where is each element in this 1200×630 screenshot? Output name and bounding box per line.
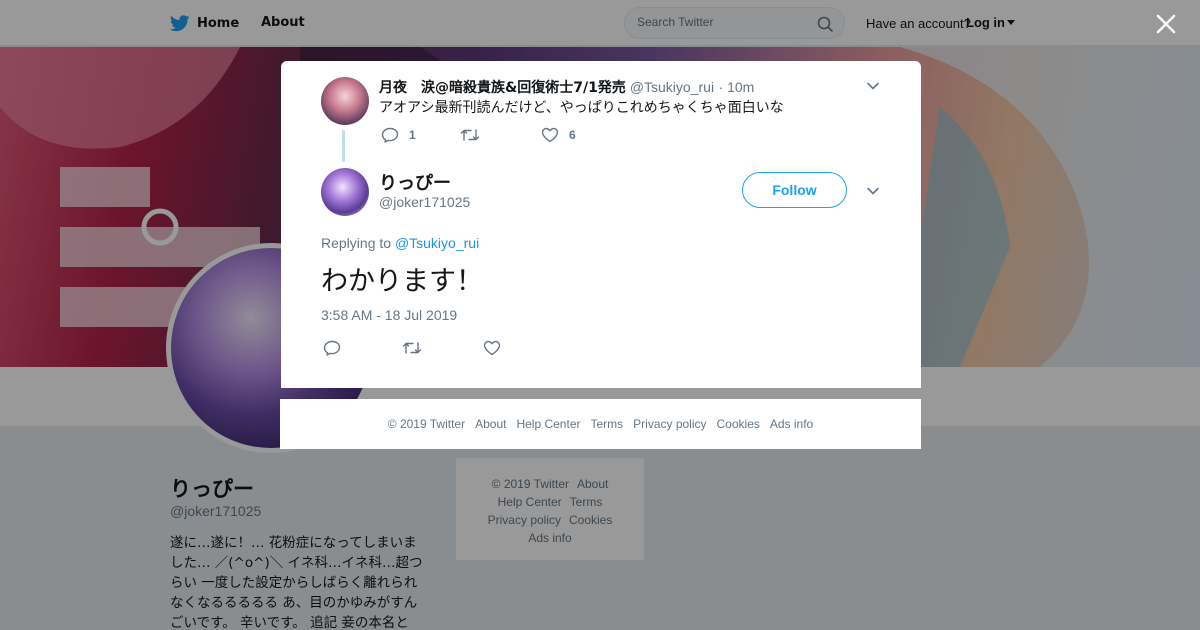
heart-icon [483, 340, 501, 356]
replying-to-prefix: Replying to [321, 235, 392, 251]
heart-icon [541, 127, 559, 143]
retweet-icon [460, 129, 480, 141]
modal-footer: © 2019 Twitter About Help Center Terms P… [280, 399, 921, 449]
footer-terms-link[interactable]: Terms [590, 417, 623, 431]
parent-like-count: 6 [569, 128, 576, 142]
parent-tweet-handle[interactable]: @Tsukiyo_rui [630, 79, 714, 95]
replying-to-line: Replying to @Tsukiyo_rui [321, 235, 479, 251]
follow-button[interactable]: Follow [742, 172, 847, 208]
parent-tweet-text: アオアシ最新刊読んだけど、やっぱりこれめちゃくちゃ面白いな [379, 100, 784, 116]
parent-tweet-name[interactable]: 月夜 涙@暗殺貴族&回復術士7/1発売 [379, 80, 626, 96]
parent-tweet-avatar[interactable] [321, 77, 369, 125]
replying-to-link[interactable]: @Tsukiyo_rui [395, 235, 479, 251]
main-like-button[interactable] [483, 340, 511, 356]
main-retweet-button[interactable] [402, 340, 432, 356]
chevron-down-icon[interactable] [866, 79, 880, 93]
main-reply-button[interactable] [323, 340, 351, 356]
footer-copyright: © 2019 Twitter [387, 417, 466, 431]
main-tweet-text: わかります！ [321, 266, 483, 297]
reply-icon [323, 340, 341, 356]
parent-reply-button[interactable]: 1 [381, 127, 416, 143]
main-tweet-avatar[interactable] [321, 168, 369, 216]
parent-reply-count: 1 [409, 128, 416, 142]
main-tweet-handle[interactable]: @joker171025 [379, 194, 470, 210]
footer-help-link[interactable]: Help Center [516, 417, 580, 431]
parent-tweet-header: 月夜 涙@暗殺貴族&回復術士7/1発売 @Tsukiyo_rui · 10m [379, 77, 754, 97]
reply-icon [381, 127, 399, 143]
chevron-down-icon[interactable] [866, 184, 880, 198]
footer-ads-link[interactable]: Ads info [770, 417, 813, 431]
close-icon[interactable] [1152, 10, 1180, 38]
main-tweet-timestamp[interactable]: 3:58 AM - 18 Jul 2019 [321, 307, 457, 323]
main-tweet-name[interactable]: りっぴー [379, 169, 451, 195]
tweet-permalink-modal: 月夜 涙@暗殺貴族&回復術士7/1発売 @Tsukiyo_rui · 10m アオ… [281, 61, 921, 388]
parent-like-button[interactable]: 6 [541, 127, 576, 143]
retweet-icon [402, 342, 422, 354]
footer-about-link[interactable]: About [475, 417, 506, 431]
footer-cookies-link[interactable]: Cookies [717, 417, 760, 431]
thread-connector [342, 130, 345, 162]
footer-privacy-link[interactable]: Privacy policy [633, 417, 706, 431]
parent-tweet-time[interactable]: · 10m [719, 79, 755, 95]
parent-retweet-button[interactable] [460, 127, 490, 143]
